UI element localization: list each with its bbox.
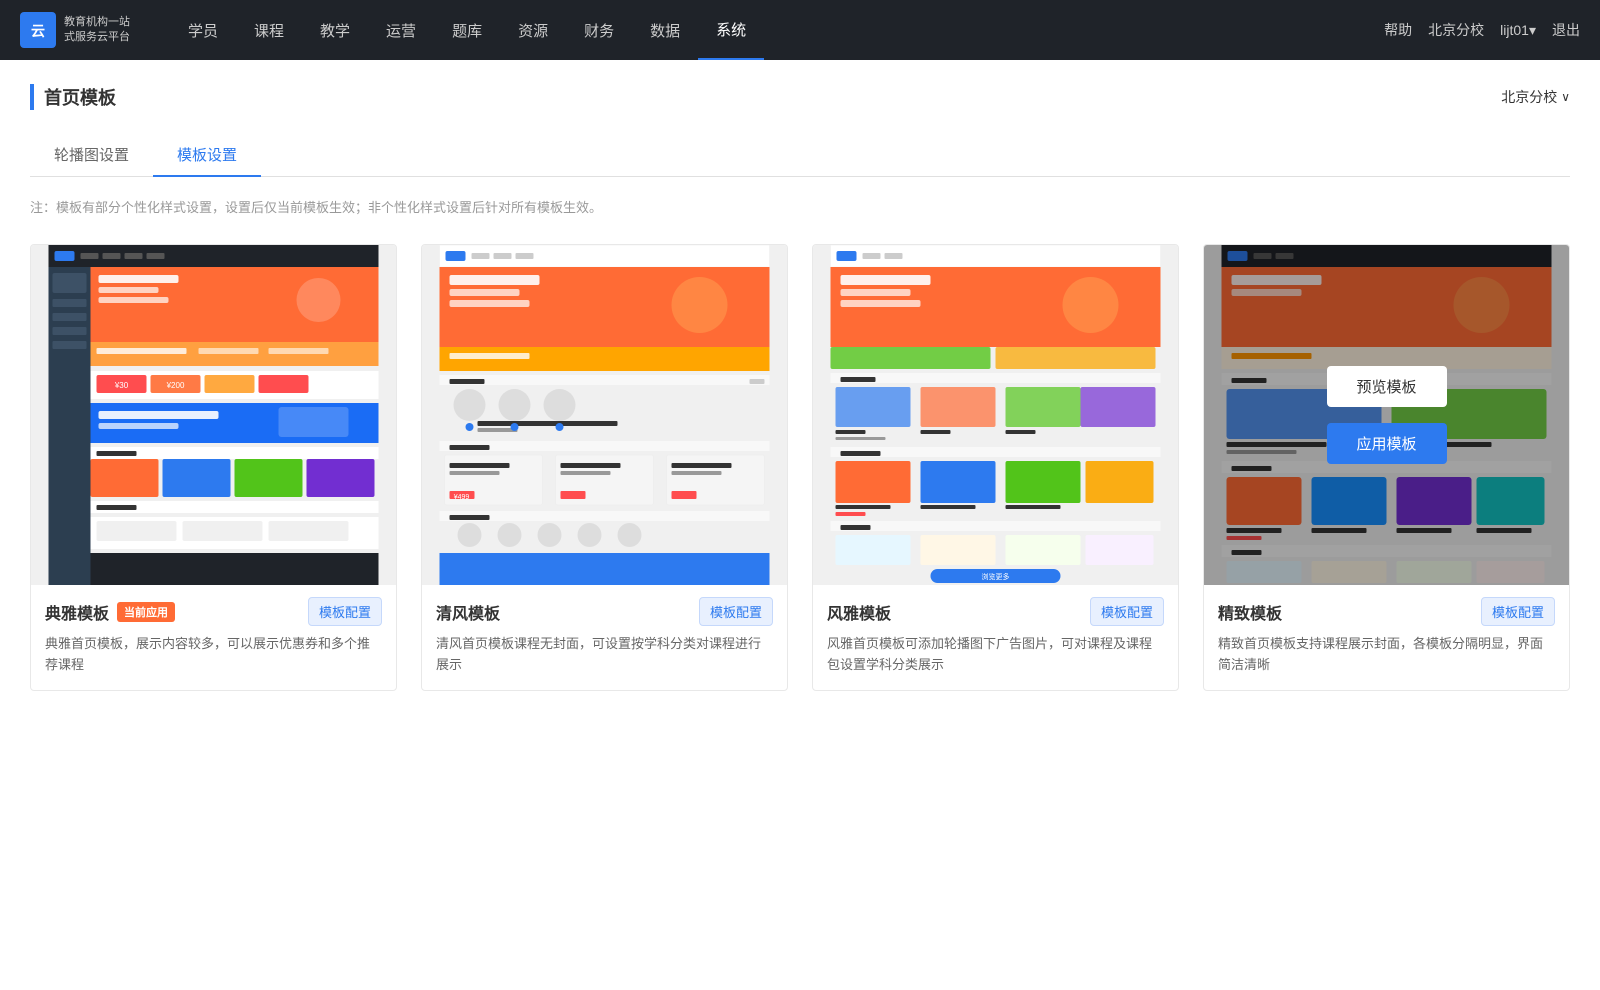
svg-text:¥499: ¥499 (454, 494, 470, 501)
template-name-jingzhi: 精致模板 (1218, 600, 1282, 624)
template-name-dianye: 典雅模板 当前应用 (45, 600, 175, 624)
template-preview-dianye: ¥30 ¥200 (31, 245, 396, 585)
template-name-row-fengya: 风雅模板 模板配置 (827, 597, 1164, 626)
nav-item-data[interactable]: 数据 (632, 0, 698, 60)
config-button-fengya[interactable]: 模板配置 (1090, 597, 1164, 626)
config-button-dianye[interactable]: 模板配置 (308, 597, 382, 626)
svg-text:云: 云 (31, 23, 45, 39)
nav-item-operations[interactable]: 运营 (368, 0, 434, 60)
nav-item-students[interactable]: 学员 (170, 0, 236, 60)
template-card-qingfeng[interactable]: ¥499 (421, 244, 788, 691)
navbar: 云 教育机构一站 式服务云平台 学员 课程 教学 运营 题库 资源 财务 数据 … (0, 0, 1600, 60)
svg-text:浏览更多: 浏览更多 (982, 572, 1010, 581)
branch-selector[interactable]: 北京分校 ∨ (1501, 87, 1570, 107)
template-card-jingzhi[interactable]: 预览模板 应用模板 精致模板 模板配置 精致首页模板支持课程展示封面，各模板分隔… (1203, 244, 1570, 691)
page-title: 首页模板 (30, 84, 116, 110)
nav-item-finance[interactable]: 财务 (566, 0, 632, 60)
navbar-right: 帮助 北京分校 lijt01▾ 退出 (1384, 20, 1580, 40)
note-text: 注：模板有部分个性化样式设置，设置后仅当前模板生效；非个性化样式设置后针对所有模… (30, 197, 1570, 216)
page-header: 首页模板 北京分校 ∨ (30, 84, 1570, 110)
template-desc-dianye: 典雅首页模板，展示内容较多，可以展示优惠券和多个推荐课程 (45, 634, 382, 676)
template-desc-qingfeng: 清风首页模板课程无封面，可设置按学科分类对课程进行展示 (436, 634, 773, 676)
template-name-row-jingzhi: 精致模板 模板配置 (1218, 597, 1555, 626)
badge-current: 当前应用 (117, 602, 175, 622)
nav-item-resources[interactable]: 资源 (500, 0, 566, 60)
nav-item-courses[interactable]: 课程 (236, 0, 302, 60)
logout-link[interactable]: 退出 (1552, 20, 1580, 40)
help-link[interactable]: 帮助 (1384, 20, 1412, 40)
logo[interactable]: 云 教育机构一站 式服务云平台 (20, 12, 130, 48)
template-info-qingfeng: 清风模板 模板配置 清风首页模板课程无封面，可设置按学科分类对课程进行展示 (422, 585, 787, 690)
template-preview-jingzhi: 预览模板 应用模板 (1204, 245, 1569, 585)
nav-item-teaching[interactable]: 教学 (302, 0, 368, 60)
template-info-fengya: 风雅模板 模板配置 风雅首页模板可添加轮播图下广告图片，可对课程及课程包设置学科… (813, 585, 1178, 690)
tab-bar: 轮播图设置 模板设置 (30, 134, 1570, 177)
config-button-qingfeng[interactable]: 模板配置 (699, 597, 773, 626)
tab-carousel[interactable]: 轮播图设置 (30, 134, 153, 177)
nav-item-questionbank[interactable]: 题库 (434, 0, 500, 60)
template-grid: ¥30 ¥200 (30, 244, 1570, 691)
logo-text: 教育机构一站 式服务云平台 (64, 15, 130, 46)
template-preview-qingfeng: ¥499 (422, 245, 787, 585)
apply-button-jingzhi[interactable]: 应用模板 (1327, 423, 1447, 464)
template-card-dianye[interactable]: ¥30 ¥200 (30, 244, 397, 691)
nav-item-system[interactable]: 系统 (698, 0, 764, 60)
svg-text:¥30: ¥30 (114, 381, 129, 390)
main-nav: 学员 课程 教学 运营 题库 资源 财务 数据 系统 (170, 0, 1384, 60)
user-menu[interactable]: lijt01▾ (1500, 22, 1536, 39)
template-card-fengya[interactable]: 浏览更多 预览模板 应用模板 风雅模板 模板配置 风雅首页模板可添加轮播图下广告… (812, 244, 1179, 691)
config-button-jingzhi[interactable]: 模板配置 (1481, 597, 1555, 626)
template-info-jingzhi: 精致模板 模板配置 精致首页模板支持课程展示封面，各模板分隔明显，界面简洁清晰 (1204, 585, 1569, 690)
template-name-row-qingfeng: 清风模板 模板配置 (436, 597, 773, 626)
template-info-dianye: 典雅模板 当前应用 模板配置 典雅首页模板，展示内容较多，可以展示优惠券和多个推… (31, 585, 396, 690)
branch-link[interactable]: 北京分校 (1428, 20, 1484, 40)
template-desc-fengya: 风雅首页模板可添加轮播图下广告图片，可对课程及课程包设置学科分类展示 (827, 634, 1164, 676)
svg-text:¥200: ¥200 (166, 381, 185, 390)
template-name-row-dianye: 典雅模板 当前应用 模板配置 (45, 597, 382, 626)
template-preview-fengya: 浏览更多 预览模板 应用模板 (813, 245, 1178, 585)
page-content: 首页模板 北京分校 ∨ 轮播图设置 模板设置 注：模板有部分个性化样式设置，设置… (0, 60, 1600, 990)
preview-button-jingzhi[interactable]: 预览模板 (1327, 366, 1447, 407)
template-name-fengya: 风雅模板 (827, 600, 891, 624)
template-desc-jingzhi: 精致首页模板支持课程展示封面，各模板分隔明显，界面简洁清晰 (1218, 634, 1555, 676)
tab-template[interactable]: 模板设置 (153, 134, 261, 177)
template-name-qingfeng: 清风模板 (436, 600, 500, 624)
logo-icon: 云 (20, 12, 56, 48)
template-overlay-jingzhi: 预览模板 应用模板 (1204, 245, 1569, 585)
chevron-down-icon: ∨ (1561, 90, 1570, 104)
